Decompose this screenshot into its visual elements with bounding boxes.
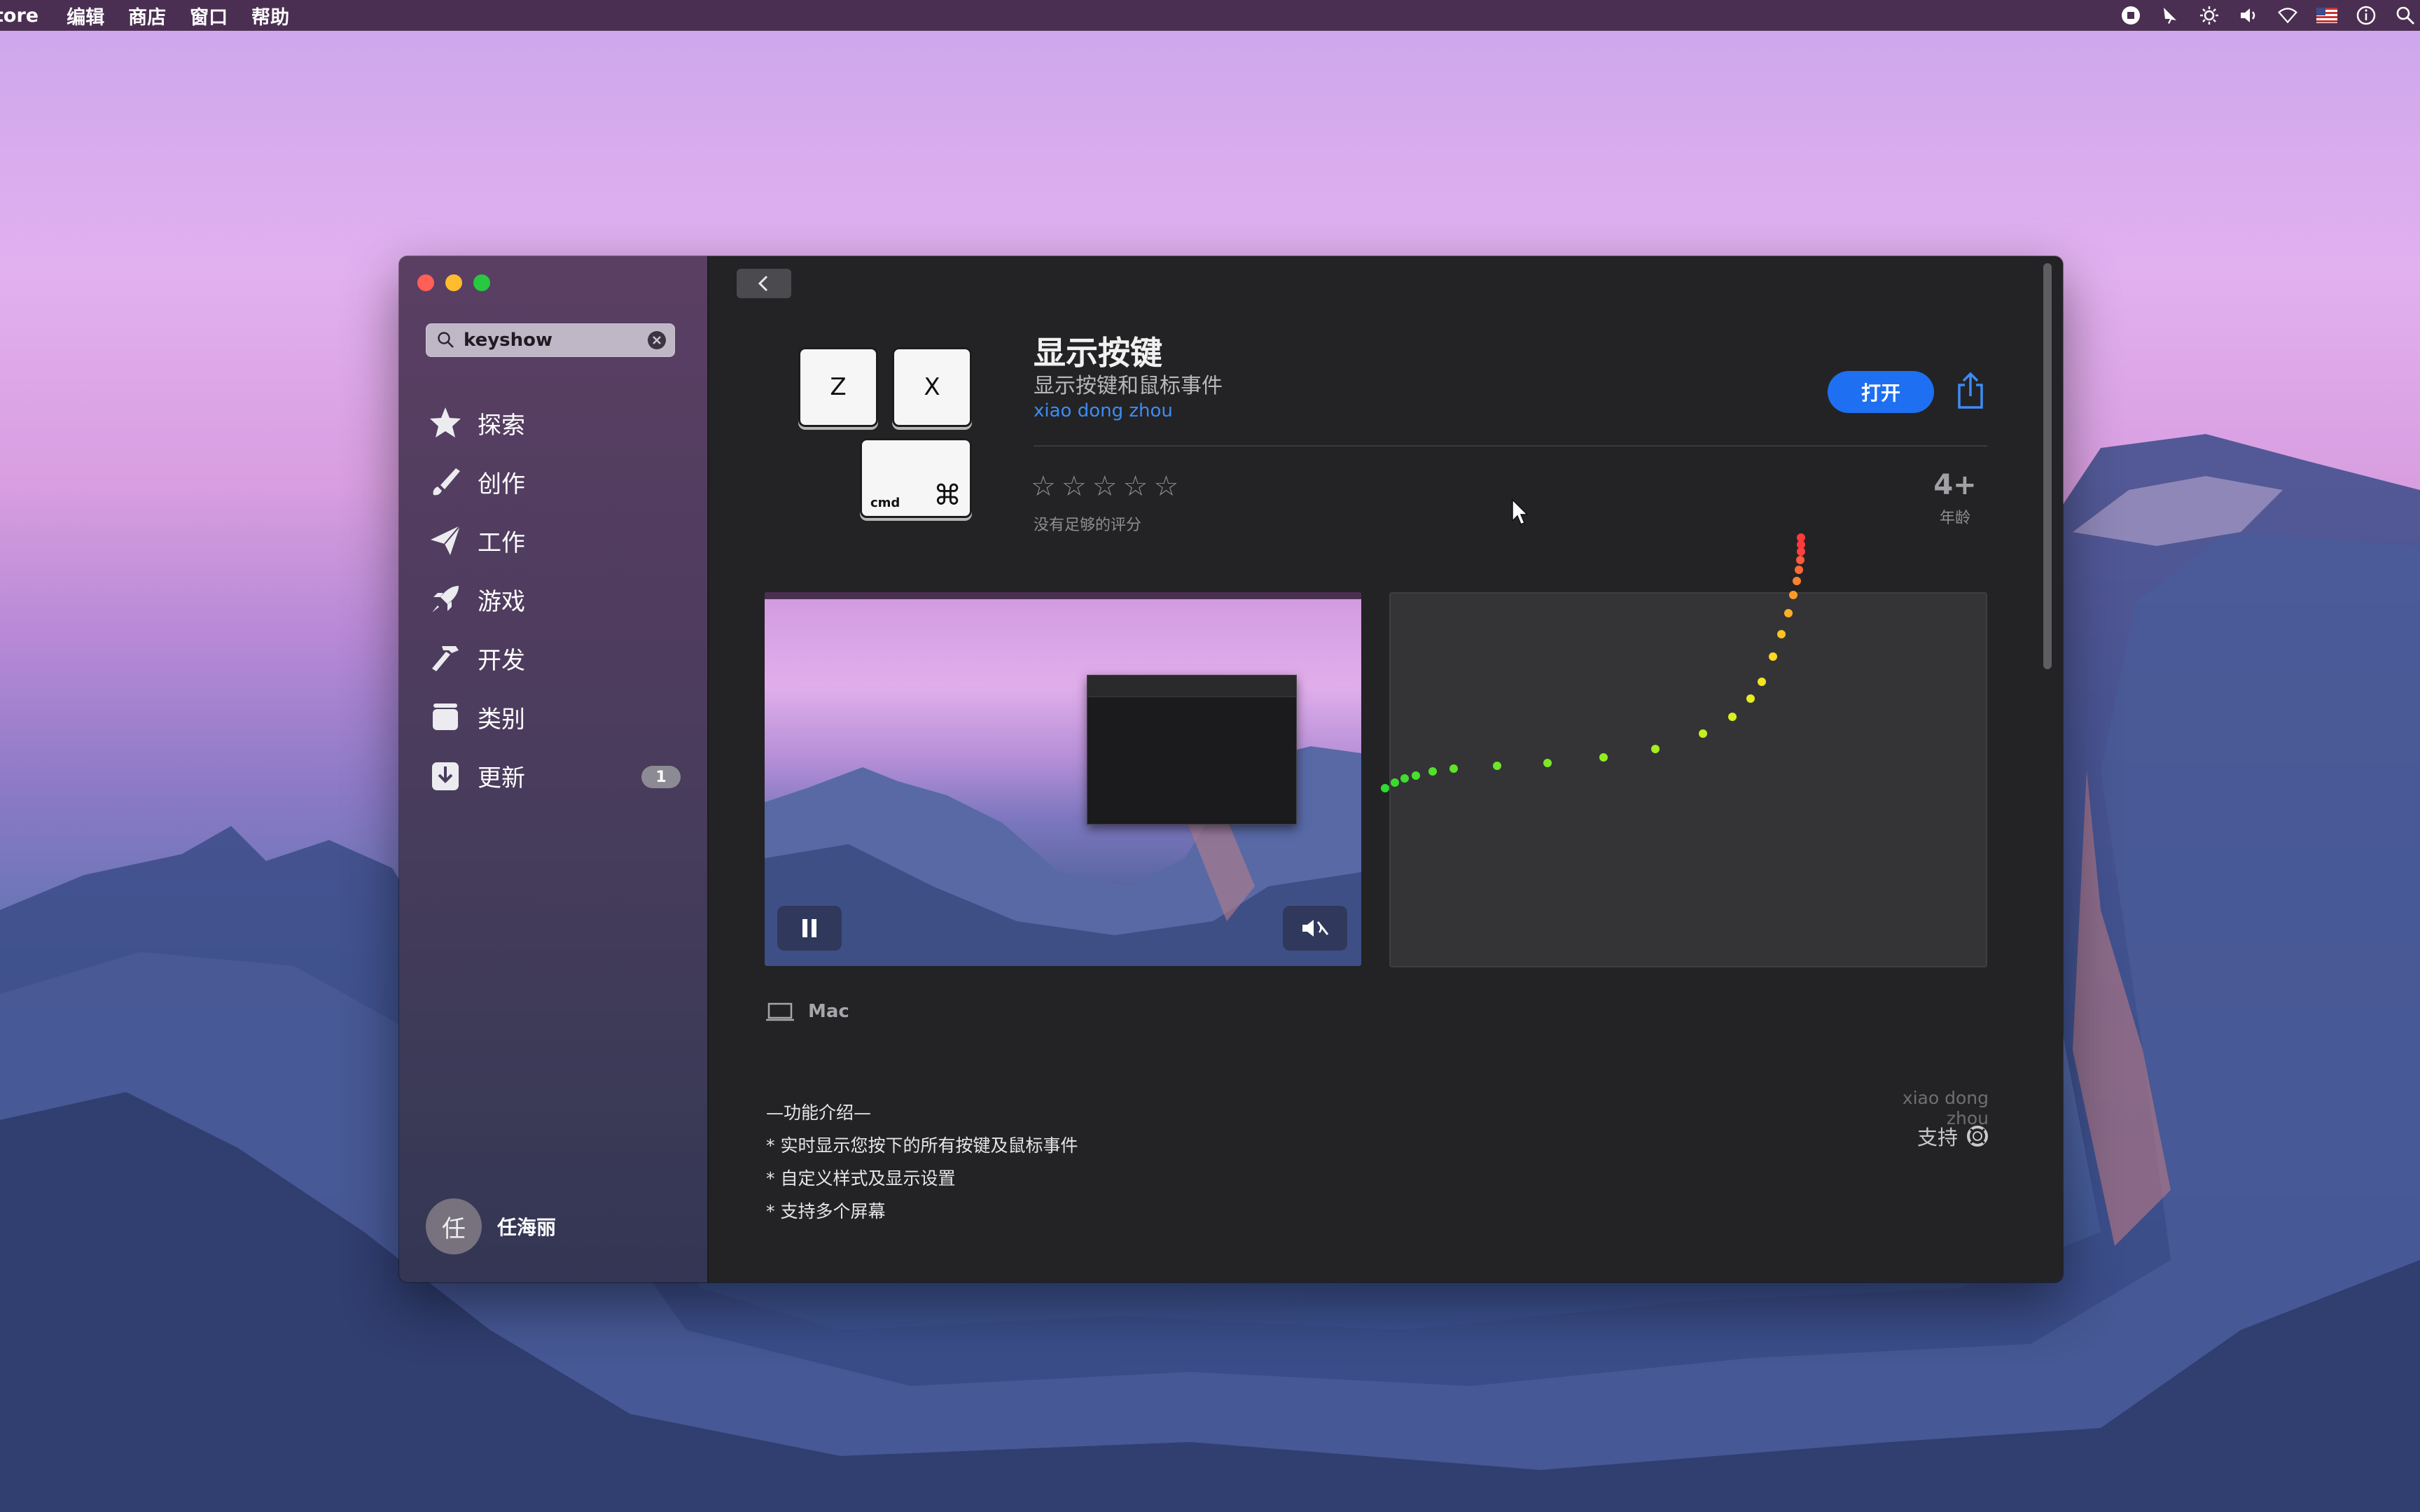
paper-plane-icon: [426, 521, 465, 560]
hammer-icon: [426, 638, 465, 678]
key-x: X: [892, 347, 972, 427]
search-input[interactable]: keyshow: [464, 330, 552, 351]
age-rating-label: 年龄: [1939, 510, 1970, 527]
app-subtitle: 显示按键和鼠标事件: [1034, 374, 1223, 398]
star-icon: [426, 403, 465, 442]
wifi-icon[interactable]: [2277, 5, 2298, 26]
avatar: 任: [426, 1198, 482, 1254]
support-label: 支持: [1917, 1126, 1958, 1149]
star-outline-icon: ☆: [1061, 470, 1087, 503]
category-icon: [426, 697, 465, 736]
chevron-left-icon: [758, 275, 768, 292]
sidebar-item-develop[interactable]: 开发: [426, 629, 683, 687]
screenshot-2[interactable]: [1389, 592, 1987, 967]
pause-button[interactable]: [777, 906, 842, 951]
sidebar-item-updates[interactable]: 更新 1: [426, 746, 683, 805]
sidebar-item-label: 更新: [478, 764, 525, 792]
input-flag-icon[interactable]: [2316, 5, 2337, 26]
clear-search-icon[interactable]: [647, 330, 667, 350]
screenshot-video[interactable]: [765, 592, 1361, 966]
download-icon: [426, 756, 465, 795]
minimize-button[interactable]: [445, 274, 462, 291]
star-outline-icon: ☆: [1153, 470, 1179, 503]
sidebar-item-label: 探索: [478, 411, 525, 440]
support-link[interactable]: 支持: [1888, 1121, 1989, 1151]
app-detail-page: Z X cmd ⌘ 显示按键 显示按键和鼠标事件 xiao dong zhou …: [709, 256, 2063, 1282]
rating-note: 没有足够的评分: [1034, 517, 1142, 534]
cmd-label: cmd: [870, 496, 900, 510]
menu-bar: tore 编辑 商店 窗口 帮助: [0, 0, 2420, 31]
menu-store[interactable]: 商店: [128, 2, 166, 29]
scrollbar-thumb[interactable]: [2043, 263, 2052, 669]
description-line: —功能介绍—: [766, 1102, 872, 1123]
back-button[interactable]: [737, 269, 791, 298]
lifebuoy-icon: [1967, 1126, 1988, 1147]
description-line: * 自定义样式及显示设置: [766, 1168, 956, 1189]
sidebar-item-label: 类别: [478, 705, 525, 734]
app-icon: Z X cmd ⌘: [790, 347, 979, 522]
speaker-muted-icon: [1302, 920, 1329, 937]
menu-help[interactable]: 帮助: [251, 2, 289, 29]
app-store-window: keyshow 探索 创作 工作 游戏 开发 类别 更新 1 任 任海丽 Z X…: [399, 256, 2063, 1282]
sidebar-item-discover[interactable]: 探索: [426, 393, 683, 452]
star-outline-icon: ☆: [1092, 470, 1118, 503]
star-outline-icon: ☆: [1031, 470, 1056, 503]
spotlight-search-icon[interactable]: [2395, 5, 2416, 26]
cursor-tool-icon[interactable]: [2160, 5, 2181, 26]
age-rating-value: 4+: [1933, 469, 1977, 501]
user-name: 任海丽: [497, 1216, 557, 1239]
sidebar-nav: 探索 创作 工作 游戏 开发 类别 更新 1: [426, 393, 683, 805]
menu-edit[interactable]: 编辑: [67, 2, 104, 29]
platform-indicator: Mac: [766, 1001, 849, 1022]
header-divider: [1034, 445, 1987, 447]
description-line: * 实时显示您按下的所有按键及鼠标事件: [766, 1135, 1078, 1156]
share-icon: [1958, 372, 1983, 409]
close-button[interactable]: [417, 274, 434, 291]
mute-button[interactable]: [1283, 906, 1347, 951]
developer-link[interactable]: xiao dong zhou: [1034, 400, 1173, 421]
brush-icon: [426, 462, 465, 501]
share-button[interactable]: [1955, 371, 1986, 410]
sidebar-item-label: 游戏: [478, 587, 525, 616]
preview-menu-bar: [765, 592, 1361, 599]
rating-stars: ☆ ☆ ☆ ☆ ☆: [1031, 470, 1178, 503]
sidebar: keyshow 探索 创作 工作 游戏 开发 类别 更新 1 任 任海丽: [399, 256, 709, 1282]
mouse-cursor-icon: [1512, 498, 1529, 525]
key-z: Z: [798, 347, 878, 427]
window-controls: [417, 274, 490, 291]
key-cmd: cmd ⌘: [860, 438, 972, 518]
sidebar-item-work[interactable]: 工作: [426, 511, 683, 570]
app-title: 显示按键: [1034, 334, 1162, 372]
search-field[interactable]: keyshow: [426, 323, 675, 357]
zoom-button[interactable]: [473, 274, 490, 291]
menu-app-name[interactable]: tore: [0, 5, 39, 27]
search-icon: [438, 332, 454, 348]
menu-window[interactable]: 窗口: [190, 2, 228, 29]
age-rating: 4+ 年龄: [1913, 469, 1997, 528]
laptop-icon: [766, 1002, 794, 1021]
rocket-icon: [426, 580, 465, 619]
description-line: * 支持多个屏幕: [766, 1201, 886, 1222]
brightness-icon[interactable]: [2199, 5, 2220, 26]
pause-icon: [802, 919, 816, 937]
info-icon[interactable]: [2356, 5, 2377, 26]
updates-badge: 1: [641, 766, 681, 788]
sidebar-item-categories[interactable]: 类别: [426, 687, 683, 746]
account-button[interactable]: 任 任海丽: [426, 1198, 556, 1254]
command-key-icon: ⌘: [933, 479, 961, 512]
sidebar-item-label: 创作: [478, 470, 525, 498]
star-outline-icon: ☆: [1122, 470, 1148, 503]
sidebar-item-label: 工作: [478, 528, 525, 557]
volume-icon[interactable]: [2238, 5, 2259, 26]
sidebar-item-create[interactable]: 创作: [426, 452, 683, 511]
sidebar-item-label: 开发: [478, 646, 525, 675]
record-icon[interactable]: [2120, 5, 2141, 26]
sidebar-item-games[interactable]: 游戏: [426, 570, 683, 629]
app-description: —功能介绍— * 实时显示您按下的所有按键及鼠标事件 * 自定义样式及显示设置 …: [766, 1096, 1078, 1228]
open-button[interactable]: 打开: [1828, 371, 1934, 413]
platform-label: Mac: [808, 1001, 849, 1022]
preview-window: [1087, 675, 1297, 825]
